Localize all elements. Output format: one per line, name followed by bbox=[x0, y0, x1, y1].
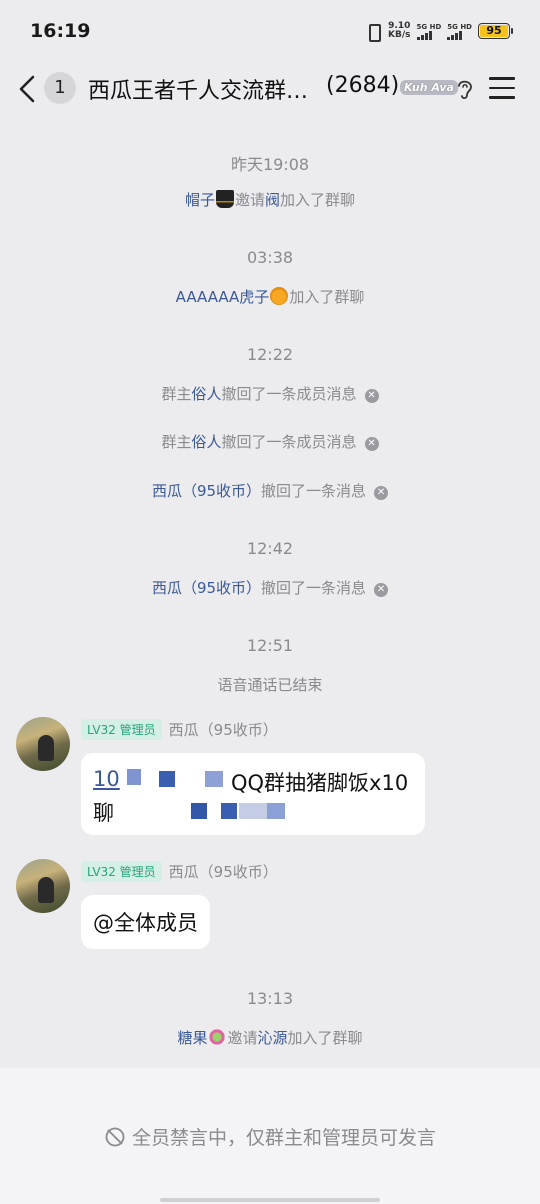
redaction-block bbox=[191, 803, 207, 819]
ear-icon[interactable] bbox=[454, 76, 476, 102]
timestamp: 12:22 bbox=[246, 345, 294, 364]
message-text: 聊 bbox=[93, 801, 114, 825]
status-icons: 9.10 KB/s 5G HD 5G HD 95 bbox=[364, 20, 513, 42]
redaction-block bbox=[205, 771, 223, 787]
system-join-message: AAAAAA虎子 加入了群聊 bbox=[175, 287, 365, 306]
avatar[interactable] bbox=[16, 859, 70, 913]
system-recall-message: 西瓜（95收币）撤回了一条消息 ✕ bbox=[0, 480, 540, 501]
unread-badge[interactable]: 1 bbox=[44, 72, 76, 104]
message-text: QQ群抽猪脚饭x10 bbox=[231, 771, 409, 795]
signal-sim2-icon: 5G HD bbox=[447, 23, 472, 40]
mute-icon bbox=[105, 1127, 125, 1147]
top-hat-emoji-icon bbox=[215, 190, 234, 208]
close-icon[interactable]: ✕ bbox=[374, 486, 389, 500]
system-recall-message: 群主俗人撤回了一条成员消息 ✕ bbox=[0, 383, 540, 404]
home-indicator bbox=[160, 1198, 380, 1202]
system-join-message: 帽子 邀请阀加入了群聊 bbox=[184, 190, 356, 209]
redaction-block bbox=[221, 803, 237, 819]
group-title[interactable]: 西瓜王者千人交流群… bbox=[88, 73, 308, 105]
redaction-block bbox=[127, 769, 141, 785]
redaction-block bbox=[159, 771, 175, 787]
timestamp: 12:51 bbox=[246, 636, 294, 655]
timestamp: 03:38 bbox=[246, 248, 294, 267]
signal-sim1-icon: 5G HD bbox=[416, 23, 441, 40]
timestamp: 13:13 bbox=[246, 989, 294, 1008]
vibrate-icon bbox=[364, 22, 382, 42]
candy-emoji-icon bbox=[208, 1028, 227, 1046]
close-icon[interactable]: ✕ bbox=[364, 389, 379, 403]
system-recall-message: 群主俗人撤回了一条成员消息 ✕ bbox=[0, 431, 540, 452]
battery-icon: 95 bbox=[478, 23, 513, 39]
message-text: @全体成员 bbox=[93, 911, 198, 935]
menu-icon[interactable] bbox=[489, 77, 515, 99]
link-text[interactable]: 10 bbox=[93, 767, 120, 791]
role-badge: LV32 管理员 bbox=[81, 861, 162, 882]
timestamp: 12:42 bbox=[246, 539, 294, 558]
sender-name[interactable]: 西瓜（95收币） bbox=[169, 719, 278, 740]
redaction-block bbox=[267, 803, 285, 819]
back-arrow-icon[interactable] bbox=[16, 74, 40, 104]
system-recall-message: 西瓜（95收币）撤回了一条消息 ✕ bbox=[0, 577, 540, 598]
input-area: 全员禁言中，仅群主和管理员可发言 bbox=[0, 1068, 540, 1204]
member-count[interactable]: (2684) bbox=[326, 73, 399, 98]
timestamp: 昨天19:08 bbox=[230, 155, 310, 174]
clock: 16:19 bbox=[30, 20, 91, 42]
group-level-logo: Kuh Ava bbox=[400, 80, 458, 95]
muted-notice: 全员禁言中，仅群主和管理员可发言 bbox=[0, 1123, 540, 1150]
redaction-block bbox=[239, 803, 267, 819]
sender-name[interactable]: 西瓜（95收币） bbox=[169, 861, 278, 882]
sender-info: LV32 管理员 西瓜（95收币） bbox=[81, 719, 278, 740]
sender-info: LV32 管理员 西瓜（95收币） bbox=[81, 861, 278, 882]
chat-header: 1 西瓜王者千人交流群… (2684) Kuh Ava bbox=[0, 62, 540, 116]
tiger-emoji-icon bbox=[270, 287, 289, 305]
message-bubble[interactable]: @全体成员 bbox=[81, 895, 210, 949]
close-icon[interactable]: ✕ bbox=[374, 583, 389, 597]
call-ended-notice: 语音通话已结束 bbox=[217, 676, 323, 694]
role-badge: LV32 管理员 bbox=[81, 719, 162, 740]
close-icon[interactable]: ✕ bbox=[364, 437, 379, 451]
status-bar: 16:19 9.10 KB/s 5G HD 5G HD 95 bbox=[0, 0, 540, 62]
system-join-message: 糖果 邀请沁源加入了群聊 bbox=[177, 1028, 363, 1047]
network-speed: 9.10 KB/s bbox=[388, 21, 411, 40]
avatar[interactable] bbox=[16, 717, 70, 771]
message-bubble[interactable]: 10 QQ群抽猪脚饭x10 聊 bbox=[81, 753, 425, 835]
